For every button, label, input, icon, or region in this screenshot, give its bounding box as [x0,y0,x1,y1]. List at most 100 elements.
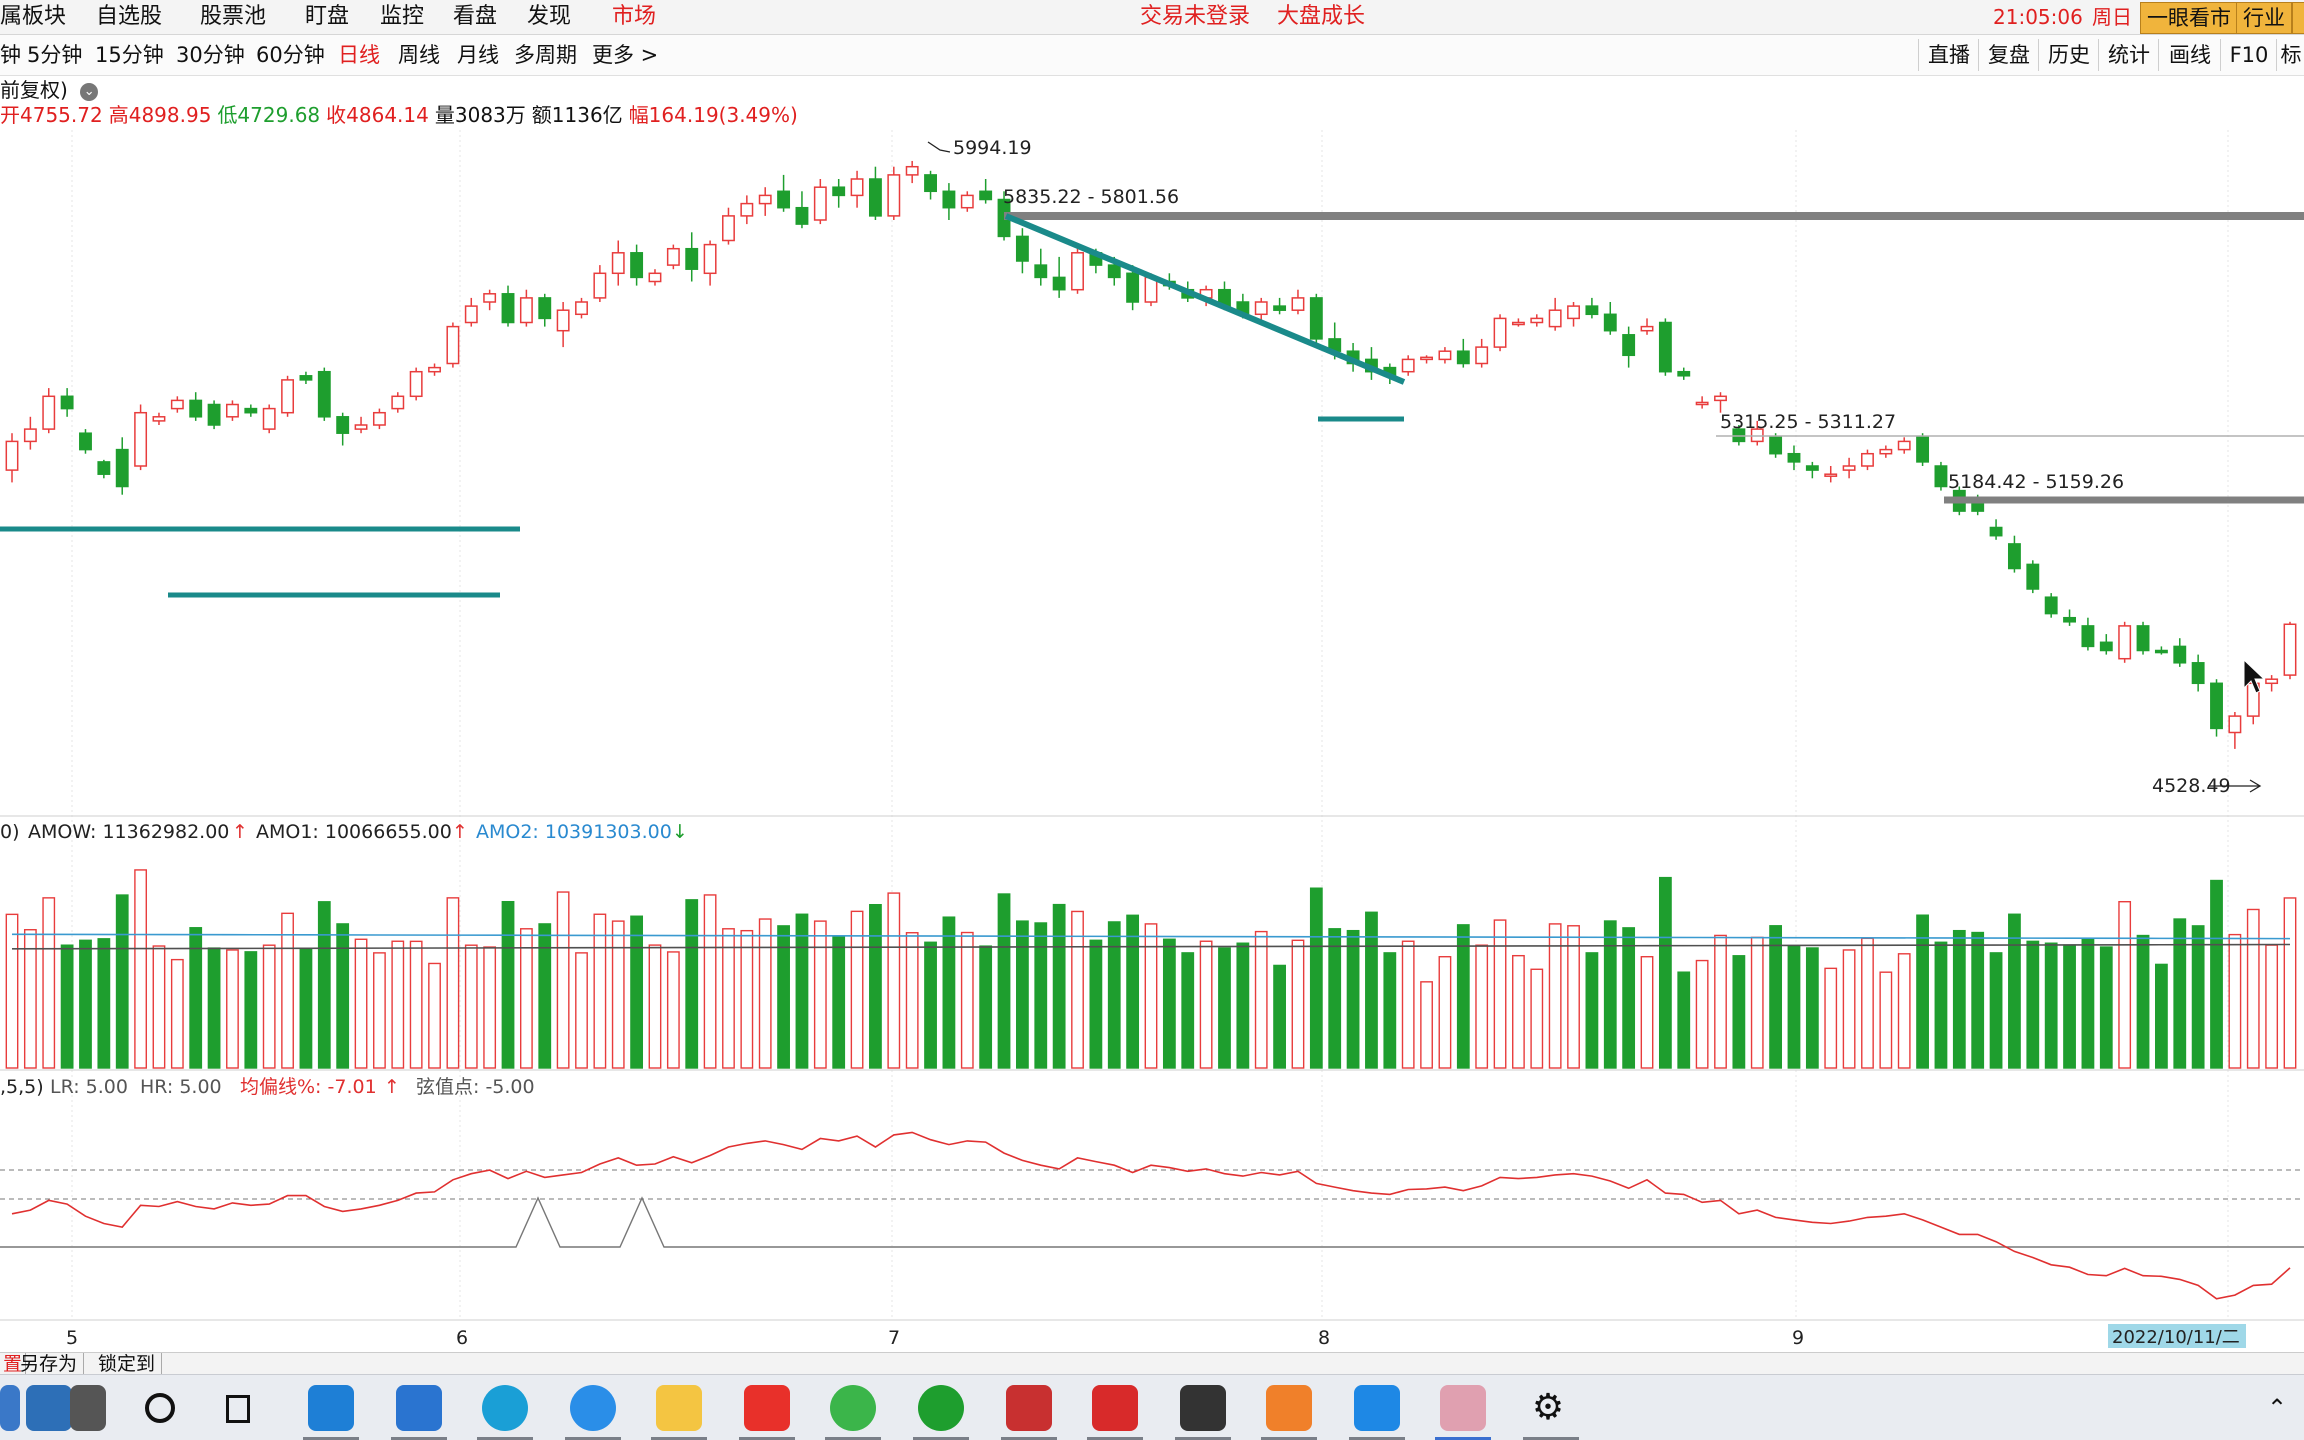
app-icon[interactable] [1180,1385,1226,1431]
wechat-icon[interactable] [830,1385,876,1431]
camera-icon[interactable] [70,1385,106,1431]
x-tick-6: 6 [456,1327,468,1349]
osc-bias: 均偏线%: -7.01 [240,1076,377,1098]
period-5min[interactable]: 5分钟 [27,41,82,69]
mail-icon[interactable] [396,1385,442,1431]
volume-bar [979,945,993,1069]
candle [281,375,295,417]
pen-icon[interactable] [1092,1385,1138,1431]
period-60min[interactable]: 60分钟 [256,41,325,69]
user-drawings[interactable] [0,212,2304,598]
menu-stock-pool[interactable]: 股票池 [200,2,266,32]
osc-prefix: ,5,5) [0,1076,44,1098]
industry-button[interactable]: 行业 [2236,2,2292,34]
candle-body [1071,252,1084,291]
tab-lock-to[interactable]: 锁定到 [92,1353,163,1375]
volume-bar [1346,929,1360,1069]
candle-body [1934,465,1948,488]
candle [1897,437,1911,454]
candle [2210,679,2223,737]
start-icon[interactable] [0,1385,20,1431]
taskbar: ⚙ ⌃ [0,1374,2304,1440]
volume-bar [1512,954,1525,1069]
menu-discover[interactable]: 发现 [527,2,571,32]
search-icon[interactable] [140,1385,180,1431]
menu-sector[interactable]: 属板块 [0,2,66,32]
feishu-icon[interactable] [1354,1385,1400,1431]
menu-market[interactable]: 市场 [612,2,656,32]
volume-bar [446,897,460,1069]
maps-icon[interactable] [26,1385,72,1431]
volume-bar [593,913,607,1069]
period-minute[interactable]: 钟 [0,41,21,69]
period-multi[interactable]: 多周期 [514,41,577,69]
menu-monitor-board[interactable]: 盯盘 [305,2,349,32]
tab-save-as[interactable]: 另存为 [14,1353,85,1375]
volume-value: 量3083万 [434,103,526,127]
candle-body [2007,543,2021,570]
candle-body [79,432,92,451]
evernote-icon[interactable] [918,1385,964,1431]
period-more[interactable]: 更多 > [592,41,658,69]
tool-history[interactable]: 历史 [2038,39,2099,71]
menu-watch[interactable]: 看盘 [453,2,497,32]
menu-overflow[interactable] [2292,2,2304,34]
menu-monitor[interactable]: 监控 [380,2,424,32]
tool-stats[interactable]: 统计 [2098,39,2159,71]
ie-icon[interactable] [570,1385,616,1431]
candle [832,179,846,208]
volume-bar [2228,933,2242,1069]
candle [1603,302,1617,335]
candle-body [262,407,276,430]
chevron-up-icon[interactable]: ⌃ [2262,1385,2292,1431]
tool-mark[interactable]: 标 [2276,39,2304,71]
folder-icon[interactable] [656,1385,702,1431]
trend-line[interactable] [1004,213,1406,385]
gear-icon[interactable]: ⚙ [1528,1385,1568,1431]
candle-body [428,366,441,373]
tool-draw[interactable]: 画线 [2158,39,2221,71]
period-daily[interactable]: 日线 [338,41,380,69]
candle-body [556,309,570,332]
x-tick-9: 9 [1792,1327,1804,1349]
stock-app-icon[interactable] [1440,1385,1486,1431]
adjust-mode[interactable]: 前复权) ⌄ [0,78,104,102]
candle [2044,593,2058,618]
tool-live[interactable]: 直播 [1918,39,1979,71]
volume-bar [1971,931,1985,1069]
menu-watchlist[interactable]: 自选股 [96,2,162,32]
candle [1916,433,1930,466]
period-30min[interactable]: 30分钟 [176,41,245,69]
tool-f10[interactable]: F10 [2220,39,2277,71]
candle [666,244,680,270]
volume-bar [1640,956,1654,1069]
chart-grid [71,130,2229,1320]
period-monthly[interactable]: 月线 [457,41,499,69]
period-15min[interactable]: 15分钟 [95,41,164,69]
low-value: 低4729.68 [217,103,321,127]
range-label-1: 5835.22 - 5801.56 [1003,186,1179,208]
login-status[interactable]: 交易未登录 [1140,2,1250,32]
volume-bar [519,928,533,1069]
sogou-icon[interactable] [308,1385,354,1431]
volume-bar [1365,911,1378,1069]
volume-bar [1934,941,1948,1069]
period-weekly[interactable]: 周线 [398,41,440,69]
cards-icon[interactable] [1006,1385,1052,1431]
quick-view-button[interactable]: 一眼看市 [2140,2,2238,34]
edge-icon[interactable] [482,1385,528,1431]
kline-chart[interactable]: 5994.19 5835.22 - 5801.56 5315.25 - 5311… [0,130,2304,1350]
candle [1493,314,1507,352]
volume-bar [1328,928,1342,1069]
volume-bar [1897,953,1911,1069]
candle [97,459,111,479]
task-view-icon[interactable] [222,1385,262,1431]
wps-icon[interactable] [744,1385,790,1431]
candle [409,367,423,401]
volume-bar [226,949,239,1069]
candle-body [207,403,221,426]
chevron-down-icon[interactable]: ⌄ [80,82,99,101]
pdf-icon[interactable] [1266,1385,1312,1431]
market-growth-label[interactable]: 大盘成长 [1277,2,1365,32]
tool-replay[interactable]: 复盘 [1978,39,2039,71]
